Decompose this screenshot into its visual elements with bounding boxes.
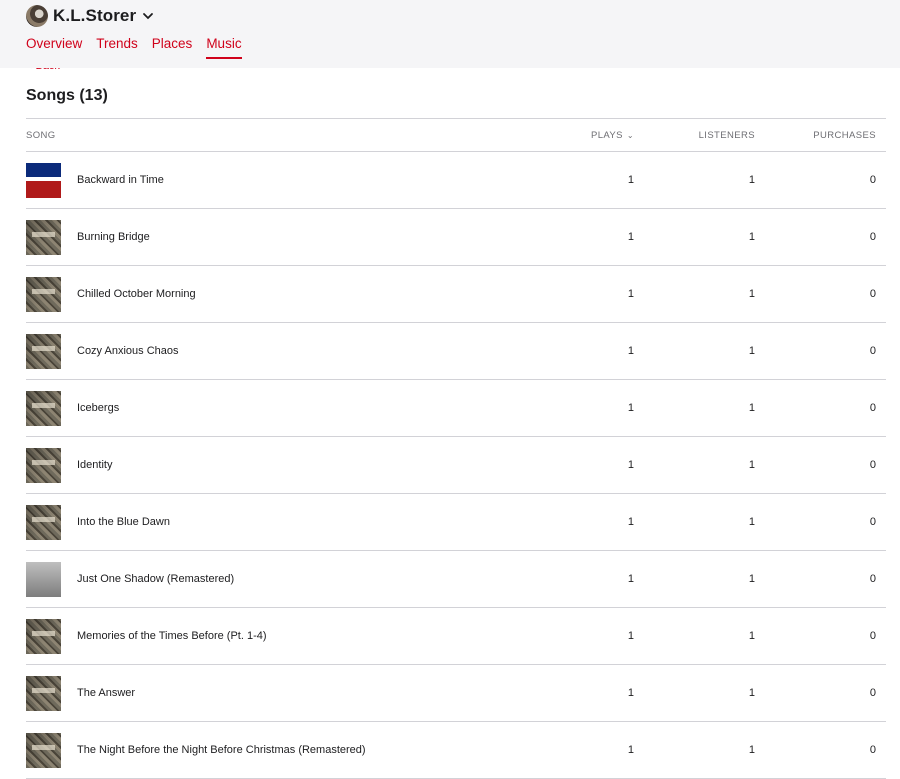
album-artwork — [26, 390, 61, 426]
song-title: Identity — [77, 459, 113, 471]
purchases-value: 0 — [869, 174, 876, 186]
purchases-value: 0 — [869, 459, 876, 471]
plays-value: 1 — [627, 630, 634, 642]
album-artwork — [26, 561, 61, 597]
plays-value: 1 — [627, 744, 634, 756]
listeners-value: 1 — [748, 231, 755, 243]
album-artwork — [26, 732, 61, 768]
album-artwork — [26, 618, 61, 654]
table-row[interactable]: The Answer 1 1 0 — [26, 665, 886, 722]
plays-value: 1 — [627, 687, 634, 699]
purchases-value: 0 — [869, 402, 876, 414]
page-title: Songs (13) — [26, 87, 108, 104]
song-title: Memories of the Times Before (Pt. 1-4) — [77, 630, 267, 642]
song-title: The Answer — [77, 687, 136, 699]
song-title: Just One Shadow (Remastered) — [77, 573, 235, 585]
plays-value: 1 — [627, 402, 634, 414]
table-row[interactable]: Chilled October Morning 1 1 0 — [26, 266, 886, 323]
album-artwork — [26, 333, 61, 369]
plays-value: 1 — [627, 459, 634, 471]
table-row[interactable]: Burning Bridge 1 1 0 — [26, 209, 886, 266]
purchases-value: 0 — [869, 231, 876, 243]
song-title: Chilled October Morning — [77, 288, 196, 300]
purchases-value: 0 — [869, 288, 876, 300]
album-artwork — [26, 675, 61, 711]
chevron-down-icon — [143, 13, 154, 20]
column-header-listeners[interactable]: LISTENERS — [634, 130, 755, 141]
purchases-value: 0 — [869, 630, 876, 642]
song-title: Icebergs — [77, 402, 120, 414]
song-title: Into the Blue Dawn — [77, 516, 170, 528]
column-header-plays-label: PLAYS — [590, 129, 623, 141]
album-artwork — [26, 504, 61, 540]
song-title: Burning Bridge — [77, 231, 150, 243]
table-row[interactable]: Memories of the Times Before (Pt. 1-4) 1… — [26, 608, 886, 665]
listeners-value: 1 — [748, 345, 755, 357]
song-title: The Night Before the Night Before Christ… — [77, 744, 366, 756]
table-row[interactable]: Just One Shadow (Remastered) 1 1 0 — [26, 551, 886, 608]
plays-value: 1 — [627, 345, 634, 357]
album-artwork — [26, 162, 61, 198]
plays-value: 1 — [627, 573, 634, 585]
purchases-value: 0 — [869, 687, 876, 699]
table-header: SONG PLAYS ⌄ LISTENERS PURCHASES — [26, 119, 886, 152]
purchases-value: 0 — [869, 516, 876, 528]
avatar — [26, 5, 48, 27]
sort-chevron-icon: ⌄ — [626, 130, 634, 140]
purchases-value: 0 — [869, 345, 876, 357]
column-header-purchases[interactable]: PURCHASES — [755, 130, 876, 141]
plays-value: 1 — [627, 231, 634, 243]
column-header-plays[interactable]: PLAYS ⌄ — [546, 130, 634, 141]
listeners-value: 1 — [748, 630, 755, 642]
listeners-value: 1 — [748, 516, 755, 528]
album-artwork — [26, 447, 61, 483]
listeners-value: 1 — [748, 402, 755, 414]
purchases-value: 0 — [869, 744, 876, 756]
header-bar: K.L.Storer Overview Trends Places Music — [0, 0, 900, 68]
listeners-value: 1 — [748, 744, 755, 756]
listeners-value: 1 — [748, 174, 755, 186]
tab-music[interactable]: Music — [206, 36, 242, 59]
song-title: Cozy Anxious Chaos — [77, 345, 179, 357]
album-artwork — [26, 276, 61, 312]
table-row[interactable]: Identity 1 1 0 — [26, 437, 886, 494]
listeners-value: 1 — [748, 288, 755, 300]
table-row[interactable]: Cozy Anxious Chaos 1 1 0 — [26, 323, 886, 380]
purchases-value: 0 — [869, 573, 876, 585]
tab-overview[interactable]: Overview — [26, 36, 82, 59]
table-row[interactable]: Icebergs 1 1 0 — [26, 380, 886, 437]
table-row[interactable]: Into the Blue Dawn 1 1 0 — [26, 494, 886, 551]
column-header-song: SONG — [26, 129, 56, 141]
tab-places[interactable]: Places — [152, 36, 193, 59]
plays-value: 1 — [627, 174, 634, 186]
artist-name: K.L.Storer — [53, 6, 137, 25]
album-artwork — [26, 219, 61, 255]
listeners-value: 1 — [748, 573, 755, 585]
song-title: Backward in Time — [77, 174, 164, 186]
listeners-value: 1 — [748, 687, 755, 699]
table-row[interactable]: The Night Before the Night Before Christ… — [26, 722, 886, 779]
table-row[interactable]: Backward in Time 1 1 0 — [26, 152, 886, 209]
songs-table: SONG PLAYS ⌄ LISTENERS PURCHASES Backward… — [26, 118, 886, 779]
listeners-value: 1 — [748, 459, 755, 471]
plays-value: 1 — [627, 288, 634, 300]
nav-tabs: Overview Trends Places Music — [26, 36, 256, 59]
tab-trends[interactable]: Trends — [96, 36, 138, 59]
plays-value: 1 — [627, 516, 634, 528]
artist-switcher[interactable]: K.L.Storer — [26, 5, 154, 27]
